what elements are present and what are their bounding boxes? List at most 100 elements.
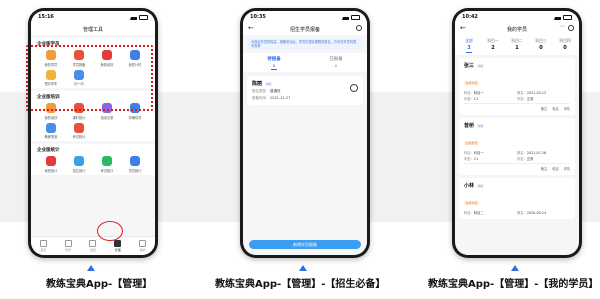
subject-tab[interactable]: 科目四 0 — [553, 38, 577, 53]
student-name: 张三 — [464, 63, 475, 69]
tab-count: 2 — [491, 45, 495, 51]
info-row: 车型：C1 状态：正常 — [464, 156, 570, 161]
info-value: 科目二 — [473, 210, 484, 215]
edit-icon[interactable] — [350, 84, 358, 92]
nav-bar: ← 招生学员报备 — [243, 23, 367, 35]
license-tag: C1 — [477, 63, 485, 68]
list-icon — [130, 156, 140, 166]
tool-label: 招生统计 — [72, 168, 86, 173]
card-actions: 备注 电话 详情 — [464, 163, 570, 171]
pointer-triangle — [299, 265, 307, 271]
tab-count: 1 — [515, 45, 519, 51]
info-value: 正常 — [526, 97, 534, 101]
status-time: 10:42 — [462, 14, 478, 20]
tool-item[interactable]: 我的统计 — [37, 156, 65, 173]
subject-tab[interactable]: 全部 3 — [457, 38, 481, 53]
info-value: 2020-09-24 — [526, 210, 547, 215]
discover-icon — [89, 240, 97, 247]
tool-label: 学员统计 — [128, 168, 142, 173]
back-arrow-icon[interactable]: ← — [248, 24, 254, 32]
action-button[interactable]: 备注 — [541, 106, 547, 111]
tool-item[interactable]: 招生统计 — [65, 156, 93, 173]
action-button[interactable]: 电话 — [552, 166, 558, 171]
tab-reported[interactable]: 已报备 0 — [329, 56, 343, 70]
tool-item[interactable]: 教练签到 — [37, 122, 65, 139]
student-name: 陈丽 — [252, 81, 263, 87]
tab-student[interactable]: 学员 — [64, 240, 72, 252]
tab-pending[interactable]: 待报备 1 — [267, 56, 281, 70]
phone-my-students: 10:42 ← 我的学员 ⋯ 全部 3 科目一 2 科目二 1 科目三 0 科目四 0 张三 C1 在… — [452, 8, 582, 258]
tab-discover[interactable]: 发现 — [89, 240, 97, 252]
tool-label: 课时统计 — [72, 115, 86, 120]
subject-tab[interactable]: 科目三 0 — [529, 38, 553, 53]
info-row: 报名类型 普通班 — [252, 89, 281, 93]
signal-icon — [554, 14, 561, 20]
tab-home[interactable]: 首页 — [39, 240, 47, 252]
more-icon[interactable]: ⋯ — [559, 23, 565, 30]
add-report-button[interactable]: 新增学员报备 — [249, 240, 361, 249]
action-button[interactable]: 详情 — [564, 166, 570, 171]
student-name: 普桥 — [464, 123, 475, 129]
subject-tab[interactable]: 科目一 2 — [481, 38, 505, 53]
info-key: 状态： — [517, 157, 527, 161]
tool-label: 车辆情况 — [128, 115, 142, 120]
info-value: 正常 — [526, 157, 534, 161]
student-card[interactable]: 张三 C1 在培学员 科目：科目一 报名：2021-05-13 车型：C1 状态：正常 备注电… — [459, 58, 575, 115]
people-icon — [74, 156, 84, 166]
pin-icon — [46, 122, 56, 133]
student-name: 小林 — [464, 183, 475, 189]
highlight-box — [26, 45, 153, 111]
info-key: 车型： — [464, 97, 474, 101]
status-time: 10:35 — [250, 14, 266, 20]
home-icon — [39, 240, 47, 247]
tool-item[interactable]: 考试统计 — [93, 156, 121, 173]
tab-label: 科目四 — [559, 38, 571, 43]
highlight-circle — [97, 221, 123, 241]
tool-label: 考试统计 — [72, 135, 86, 139]
phone-screen: 10:42 ← 我的学员 ⋯ 全部 3 科目一 2 科目二 1 科目三 0 科目四 0 张三 C1 在… — [455, 11, 579, 255]
tool-label: 我的统计 — [44, 168, 58, 173]
student-icon — [64, 240, 72, 247]
battery-icon — [563, 14, 572, 20]
info-key: 科目： — [464, 210, 474, 215]
info-cell: 科目：科目一 — [464, 150, 517, 155]
student-card[interactable]: 普桥 C1 在培学员 科目：科目一 报名：2021-07-26 车型：C1 状态：正常 备注电… — [459, 118, 575, 175]
info-key: 报名： — [517, 90, 527, 95]
tab-label: 发现 — [89, 248, 96, 252]
info-cell: 报名：2020-09-24 — [517, 210, 570, 215]
tab-profile[interactable]: 我的 — [139, 240, 147, 252]
search-icon[interactable] — [356, 25, 362, 31]
pointer-triangle — [87, 265, 95, 271]
doc-icon — [102, 156, 112, 166]
page-title: 我的学员 — [506, 26, 527, 33]
info-key: 报名： — [517, 150, 527, 155]
action-button[interactable]: 备注 — [541, 166, 547, 171]
info-key: 科目： — [464, 150, 474, 155]
info-cell: 报名：2021-07-26 — [517, 150, 570, 155]
signal-icon — [130, 14, 137, 20]
student-card[interactable]: 陈丽 C1 报名类型 普通班 报备时间 2021-12-27 — [247, 76, 363, 105]
tool-label: 教练签到 — [44, 135, 58, 139]
info-value: 2021-05-13 — [526, 90, 547, 95]
license-tag: C1 — [477, 123, 485, 128]
signal-icon — [342, 14, 349, 20]
info-cell: 报名：2021-05-13 — [517, 90, 570, 95]
info-value: 科目一 — [473, 90, 484, 95]
tool-item[interactable]: 学员统计 — [121, 156, 149, 173]
active-underline — [466, 52, 472, 53]
action-button[interactable]: 详情 — [564, 106, 570, 111]
tab-manage[interactable]: 管理 — [114, 240, 122, 252]
tool-item[interactable]: 考试统计 — [65, 122, 93, 139]
status-bar: 10:35 — [243, 11, 367, 23]
battery-icon — [351, 14, 360, 20]
action-button[interactable]: 电话 — [552, 106, 558, 111]
info-cell: 状态：正常 — [517, 156, 570, 161]
status-bar: 10:42 — [455, 11, 579, 23]
info-value: C1 — [473, 97, 479, 101]
subject-tab[interactable]: 科目二 1 — [505, 38, 529, 53]
notice-banner: 为保证学员的权益，报备成功后，学员在规定期限内报名，方可在学员列表中查看 — [248, 38, 362, 50]
profile-icon — [139, 240, 147, 247]
back-arrow-icon[interactable]: ← — [460, 24, 466, 32]
search-icon[interactable] — [568, 25, 574, 31]
student-card[interactable]: 小林 C1 在培学员 科目：科目二 报名：2020-09-24 — [459, 178, 575, 219]
